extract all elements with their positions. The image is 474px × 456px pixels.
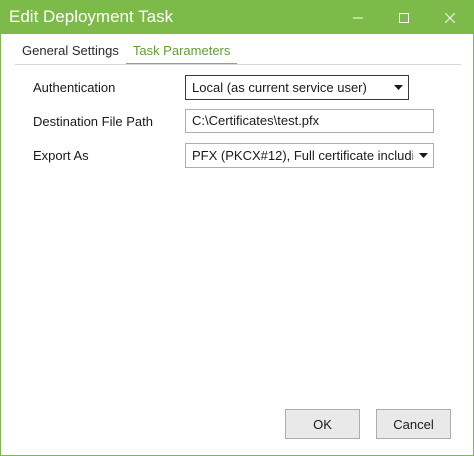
authentication-label: Authentication — [33, 80, 116, 95]
dropdown-arrow-icon — [388, 76, 408, 99]
export-as-value: PFX (PKCX#12), Full certificate includin… — [192, 148, 413, 163]
maximize-button[interactable] — [381, 1, 427, 34]
minimize-icon — [353, 17, 363, 18]
export-as-label: Export As — [33, 148, 89, 163]
edit-deployment-task-dialog: Edit Deployment Task General Settings Ta… — [0, 0, 474, 456]
tab-general-settings[interactable]: General Settings — [15, 41, 126, 65]
destination-file-path-input[interactable]: C:\Certificates\test.pfx — [185, 109, 434, 133]
title-bar[interactable]: Edit Deployment Task — [1, 1, 473, 34]
tab-task-parameters[interactable]: Task Parameters — [125, 41, 238, 65]
ok-button[interactable]: OK — [285, 409, 360, 439]
close-button[interactable] — [427, 1, 473, 34]
minimize-button[interactable] — [335, 1, 381, 34]
authentication-select[interactable]: Local (as current service user) — [185, 75, 409, 100]
authentication-value: Local (as current service user) — [192, 80, 367, 95]
tab-strip: General Settings Task Parameters — [15, 41, 238, 65]
window-title: Edit Deployment Task — [9, 7, 174, 26]
dropdown-arrow-icon — [413, 144, 433, 167]
tab-divider — [15, 64, 461, 65]
close-icon — [445, 12, 455, 23]
maximize-icon — [399, 12, 409, 23]
cancel-button[interactable]: Cancel — [376, 409, 451, 439]
destination-file-path-label: Destination File Path — [33, 114, 153, 129]
export-as-select[interactable]: PFX (PKCX#12), Full certificate includin… — [185, 143, 434, 168]
